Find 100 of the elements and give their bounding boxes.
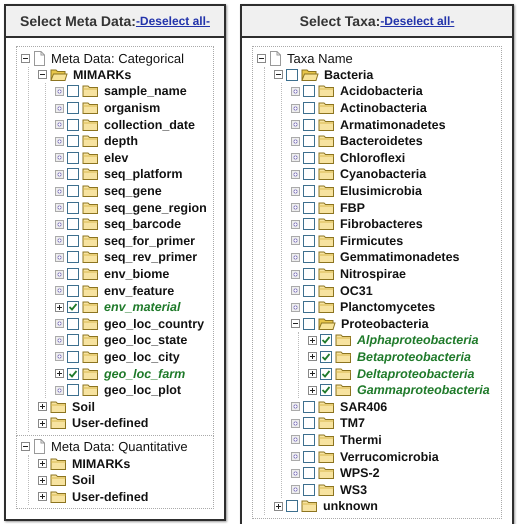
checkbox[interactable]: [67, 234, 79, 247]
expand-icon[interactable]: [38, 402, 47, 412]
tree-item-label[interactable]: geo_loc_city: [104, 350, 180, 364]
tree-item-label[interactable]: geo_loc_country: [104, 316, 204, 331]
tree-item-label[interactable]: Fibrobacteres: [340, 217, 423, 232]
tree-item-label[interactable]: Meta Data: Quantitative: [51, 439, 188, 454]
expand-icon[interactable]: [274, 502, 283, 511]
tree-item-label[interactable]: geo_loc_farm: [104, 366, 186, 381]
tree-item-label[interactable]: env_feature: [104, 284, 174, 298]
tree-item-label[interactable]: geo_loc_plot: [104, 383, 182, 398]
tree-item-label[interactable]: Soil: [72, 400, 95, 414]
checkbox[interactable]: [303, 268, 315, 280]
tree-item-label[interactable]: Armatimonadetes: [340, 118, 446, 132]
checkbox[interactable]: [303, 135, 315, 148]
checkbox[interactable]: [303, 284, 315, 297]
checkbox[interactable]: [303, 301, 315, 314]
tree-item-label[interactable]: seq_gene_region: [104, 200, 207, 215]
tree-item-label[interactable]: Bacteroidetes: [340, 134, 423, 148]
tree-item-label[interactable]: Alphaproteobacteria: [357, 333, 479, 348]
tree-item-label[interactable]: TM7: [340, 416, 365, 430]
checkbox[interactable]: [303, 168, 315, 180]
deselect-all-link[interactable]: -Deselect all-: [136, 14, 210, 28]
checkbox[interactable]: [67, 301, 79, 314]
collapse-icon[interactable]: [21, 442, 30, 452]
expand-icon[interactable]: [38, 492, 47, 502]
tree-item-label[interactable]: elev: [104, 150, 128, 165]
expand-icon[interactable]: [38, 476, 47, 485]
checkbox[interactable]: [303, 467, 315, 480]
checkbox[interactable]: [303, 185, 315, 198]
checkbox[interactable]: [286, 68, 298, 81]
tree-item-label[interactable]: seq_for_primer: [104, 234, 196, 248]
tree-item-label[interactable]: MIMARKs: [72, 456, 130, 471]
tree-item-label[interactable]: User-defined: [72, 490, 148, 504]
tree-item-label[interactable]: Verrucomicrobia: [340, 450, 439, 464]
collapse-icon[interactable]: [291, 319, 300, 328]
tree-item-label[interactable]: unknown: [323, 499, 378, 514]
expand-icon[interactable]: [308, 386, 317, 395]
tree-item-label[interactable]: Acidobacteria: [340, 84, 423, 98]
checkbox[interactable]: [303, 85, 315, 98]
expand-icon[interactable]: [308, 369, 317, 378]
tree-item-label[interactable]: Deltaproteobacteria: [357, 366, 474, 381]
tree-item-label[interactable]: WS3: [340, 482, 368, 497]
checkbox[interactable]: [67, 102, 79, 114]
tree-item-label[interactable]: seq_platform: [104, 167, 182, 182]
checkbox[interactable]: [303, 202, 315, 214]
tree-item-label[interactable]: organism: [104, 101, 160, 116]
checkbox[interactable]: [303, 234, 315, 247]
tree-item-label[interactable]: Chloroflexi: [340, 150, 406, 165]
checkbox[interactable]: [303, 118, 315, 131]
checkbox[interactable]: [303, 417, 315, 430]
collapse-icon[interactable]: [21, 54, 30, 63]
tree-item-label[interactable]: User-defined: [72, 416, 148, 430]
tree-item-label[interactable]: Thermi: [340, 432, 382, 447]
tree-item-label[interactable]: Planctomycetes: [340, 300, 436, 314]
checkbox[interactable]: [67, 118, 79, 131]
checkbox[interactable]: [67, 152, 79, 164]
checkbox[interactable]: [320, 350, 332, 363]
collapse-icon[interactable]: [257, 54, 266, 63]
expand-icon[interactable]: [38, 459, 47, 468]
checkbox[interactable]: [303, 251, 315, 264]
tree-item-label[interactable]: Nitrospirae: [340, 267, 406, 282]
tree-item-label[interactable]: seq_barcode: [104, 217, 182, 232]
tree-item-label[interactable]: Soil: [72, 473, 95, 488]
checkbox[interactable]: [303, 218, 315, 230]
tree-item-label[interactable]: Firmicutes: [340, 234, 404, 248]
checkbox[interactable]: [303, 450, 315, 463]
expand-icon[interactable]: [55, 369, 64, 378]
expand-icon[interactable]: [38, 418, 47, 428]
tree-item-label[interactable]: Proteobacteria: [341, 316, 429, 331]
checkbox[interactable]: [67, 218, 79, 230]
checkbox[interactable]: [67, 185, 79, 198]
checkbox[interactable]: [67, 334, 79, 346]
tree-item-label[interactable]: Meta Data: Categorical: [51, 50, 184, 66]
checkbox[interactable]: [67, 368, 79, 380]
checkbox[interactable]: [303, 400, 315, 413]
checkbox[interactable]: [303, 318, 315, 330]
tree-item-label[interactable]: Gammaproteobacteria: [357, 383, 490, 398]
tree-item-label[interactable]: Bacteria: [324, 68, 374, 82]
tree-item-label[interactable]: MIMARKs: [73, 68, 132, 82]
checkbox[interactable]: [320, 368, 332, 380]
checkbox[interactable]: [67, 135, 79, 148]
checkbox[interactable]: [67, 168, 79, 180]
checkbox[interactable]: [67, 202, 79, 214]
tree-item-label[interactable]: seq_rev_primer: [104, 250, 198, 264]
collapse-icon[interactable]: [38, 70, 47, 80]
checkbox[interactable]: [303, 484, 315, 496]
checkbox[interactable]: [303, 434, 315, 446]
collapse-icon[interactable]: [274, 70, 283, 80]
checkbox[interactable]: [67, 251, 79, 264]
tree-item-label[interactable]: OC31: [340, 284, 373, 298]
tree-item-label[interactable]: collection_date: [104, 118, 195, 132]
deselect-all-link[interactable]: -Deselect all-: [380, 14, 454, 28]
checkbox[interactable]: [286, 500, 298, 512]
checkbox[interactable]: [67, 268, 79, 280]
tree-item-label[interactable]: sample_name: [104, 84, 187, 98]
checkbox[interactable]: [67, 318, 79, 330]
tree-item-label[interactable]: Elusimicrobia: [340, 184, 422, 198]
tree-item-label[interactable]: env_material: [104, 300, 180, 314]
checkbox[interactable]: [67, 85, 79, 98]
expand-icon[interactable]: [55, 302, 64, 312]
